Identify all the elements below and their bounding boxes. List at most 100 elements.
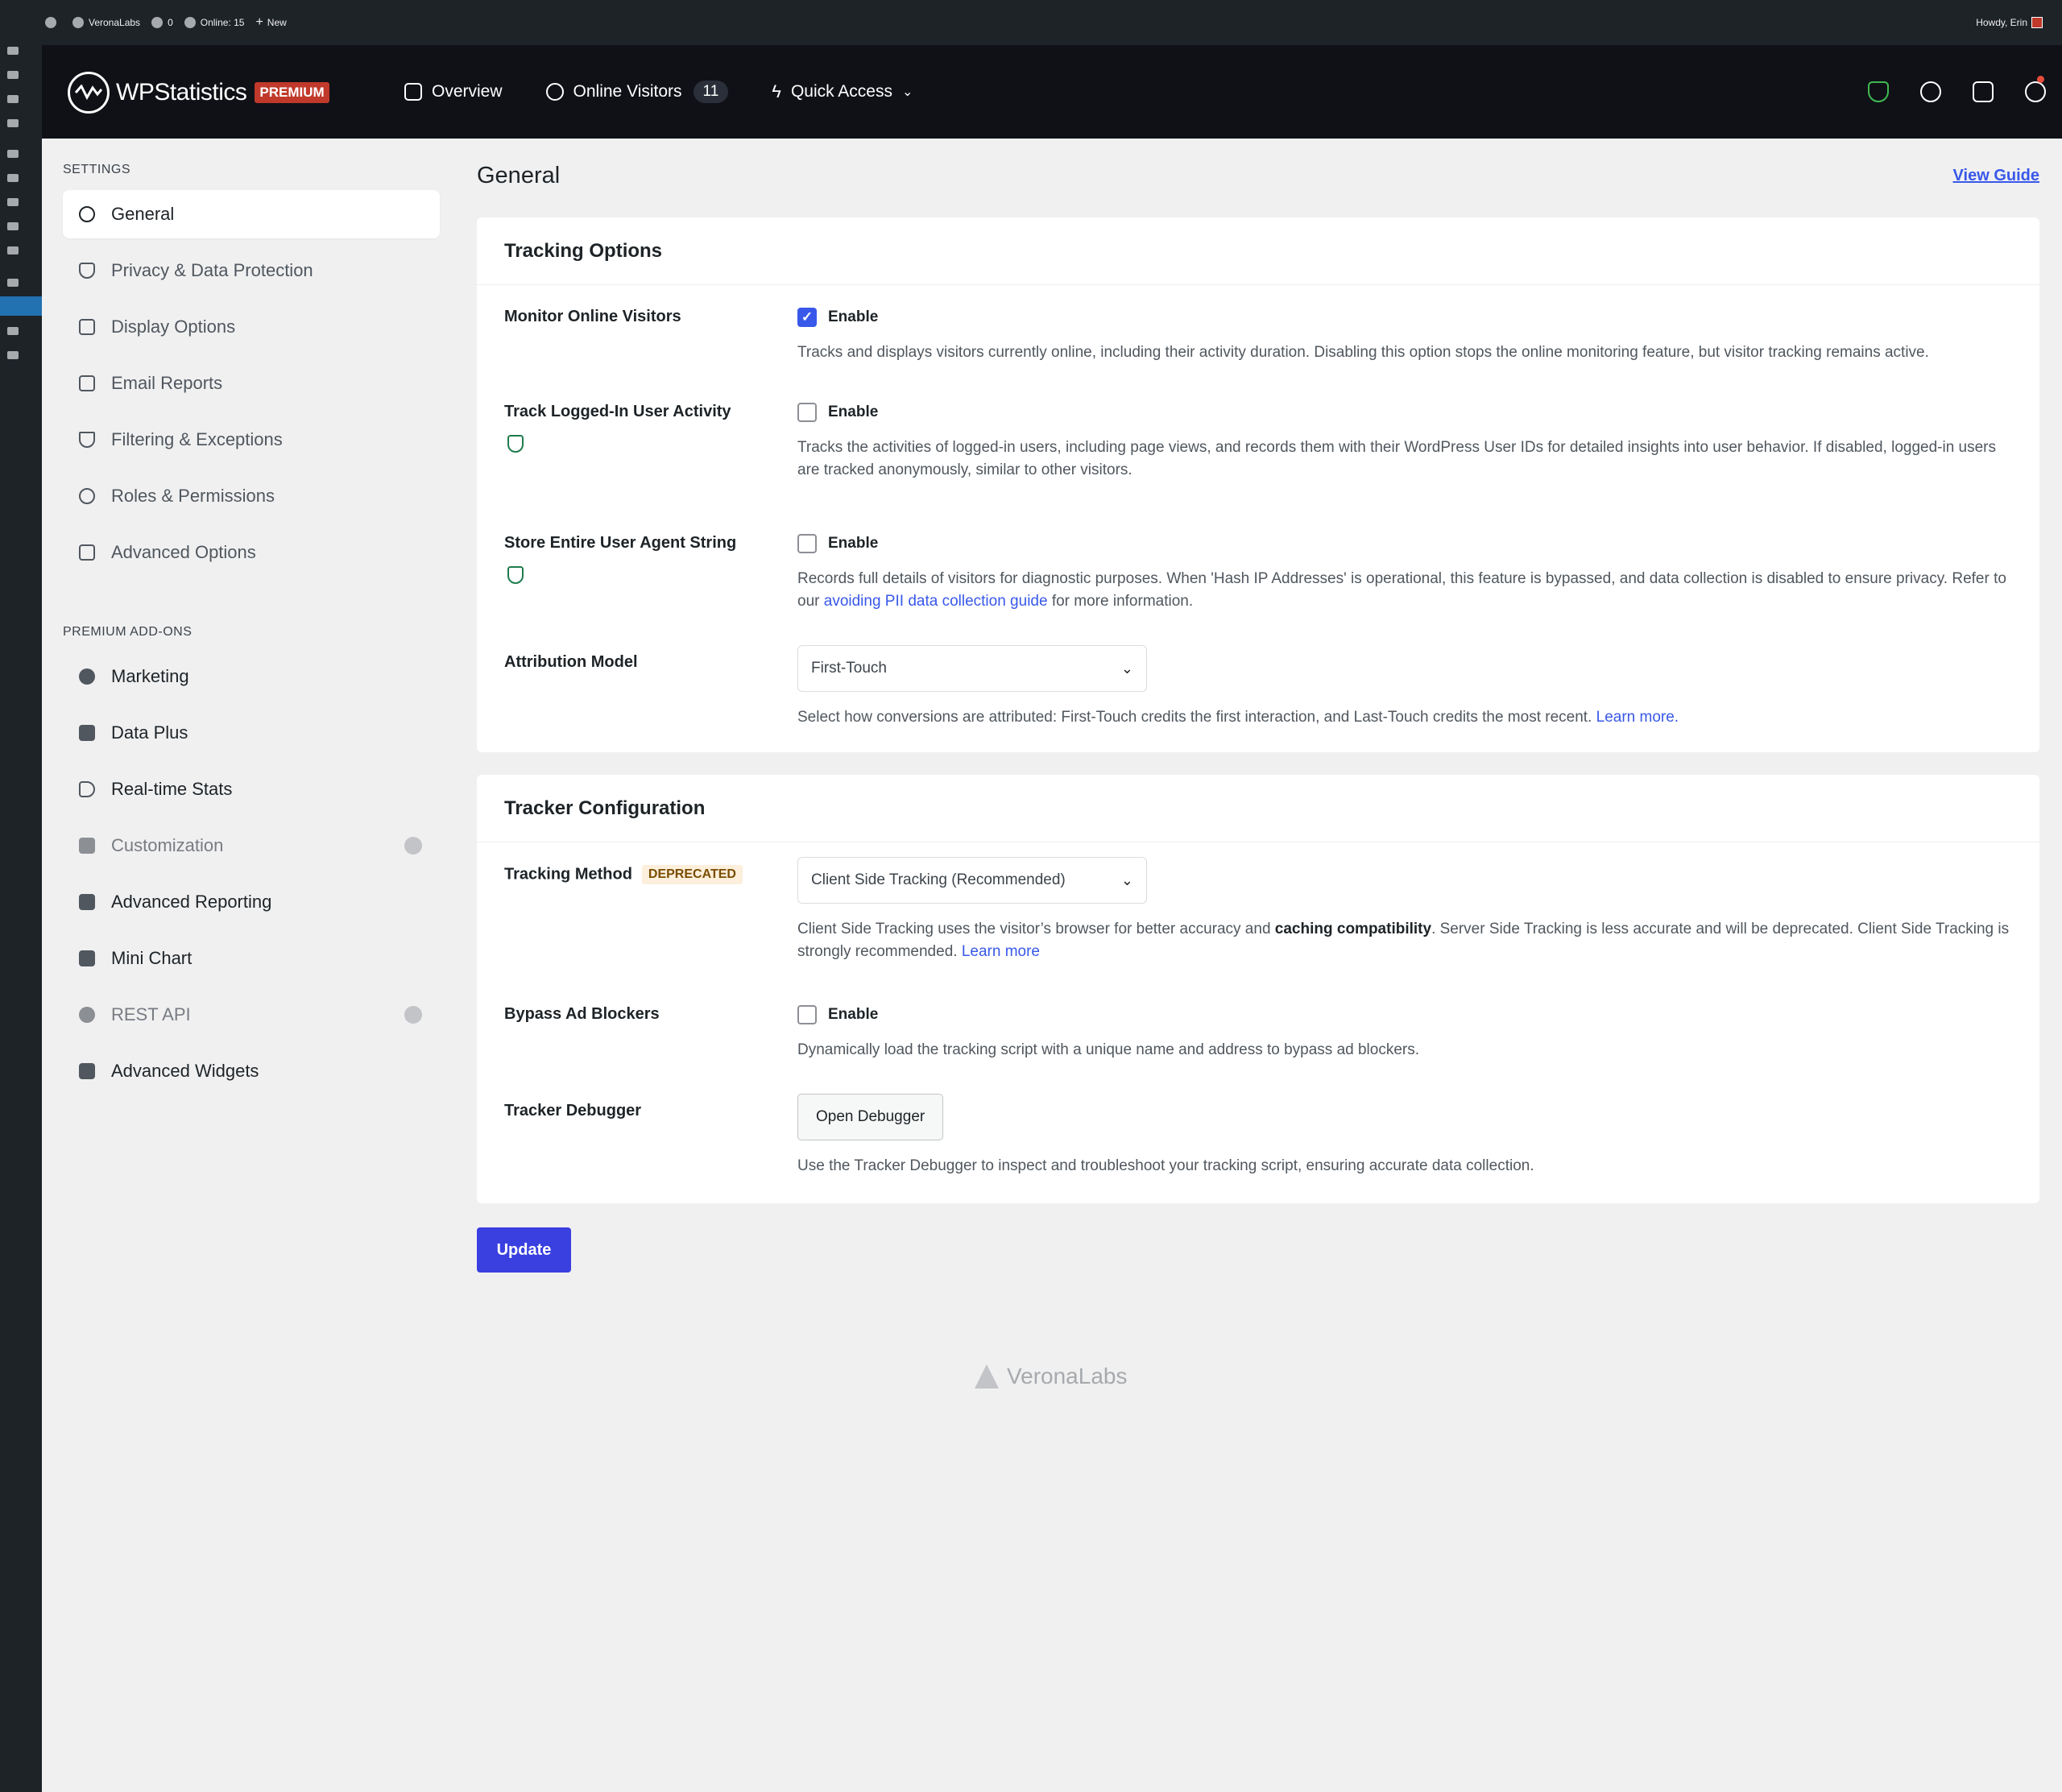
sidebar-item-general[interactable]: General <box>63 190 440 238</box>
monitor-online-checkbox[interactable]: ✓ Enable <box>797 308 2014 327</box>
online-visitors-count-badge: 11 <box>693 81 729 103</box>
sidebar-item-mini-chart[interactable]: Mini Chart <box>63 934 440 983</box>
plugin-header: WPStatistics PREMIUM Overview Online Vis… <box>42 45 2062 139</box>
wordpress-logo-icon[interactable] <box>45 17 61 28</box>
checkbox-icon <box>797 1005 817 1024</box>
sidebar-item-display-options[interactable]: Display Options <box>63 303 440 351</box>
pages-icon[interactable] <box>7 95 19 103</box>
sidebar-item-roles[interactable]: Roles & Permissions <box>63 472 440 520</box>
lightning-icon: ϟ <box>772 81 781 101</box>
online-link[interactable]: Online: 15 <box>184 17 244 28</box>
attribution-learn-more-link[interactable]: Learn more. <box>1596 709 1679 726</box>
sidebar-item-privacy[interactable]: Privacy & Data Protection <box>63 246 440 295</box>
online-icon <box>184 17 196 28</box>
admin-bar: VeronaLabs 0 Online: 15 + New Howdy, Erin <box>0 0 2062 45</box>
chevron-down-icon: ⌄ <box>901 85 913 99</box>
sliders-icon <box>79 544 95 561</box>
sidebar-item-data-plus[interactable]: Data Plus <box>63 709 440 757</box>
update-button[interactable]: Update <box>477 1227 571 1273</box>
notification-dot <box>2037 76 2044 83</box>
sidebar-item-advanced-widgets[interactable]: Advanced Widgets <box>63 1047 440 1095</box>
setting-description: Tracks the activities of logged-in users… <box>797 439 1997 478</box>
footer-logo: VeronaLabs <box>975 1364 1127 1389</box>
setting-description: Select how conversions are attributed: F… <box>797 709 1679 726</box>
brand-name: WPStatistics <box>116 79 247 106</box>
nav-quick-access[interactable]: ϟ Quick Access ⌄ <box>772 81 913 102</box>
new-content-link[interactable]: + New <box>255 15 286 30</box>
comments-link[interactable]: 0 <box>151 17 173 28</box>
plus-icon: + <box>255 15 263 29</box>
sidebar-item-advanced-reporting[interactable]: Advanced Reporting <box>63 878 440 926</box>
chevron-down-icon: ⌄ <box>1120 660 1133 677</box>
wave-logo-icon <box>68 72 110 114</box>
users-icon[interactable] <box>7 198 19 206</box>
marketing-icon <box>79 668 95 685</box>
home-icon <box>72 17 84 28</box>
tools-icon[interactable] <box>7 222 19 230</box>
nav-overview[interactable]: Overview <box>404 82 503 101</box>
settings-heading: SETTINGS <box>63 163 131 176</box>
setting-label: Store Entire User Agent String <box>504 534 737 552</box>
sidebar-item-customization[interactable]: Customization <box>63 822 440 870</box>
widgets-icon <box>79 1063 95 1079</box>
page-title: General <box>477 163 561 188</box>
comments-icon[interactable] <box>7 119 19 127</box>
analytics-icon[interactable] <box>7 327 19 335</box>
setting-label: Bypass Ad Blockers <box>504 1005 660 1023</box>
bar-chart-icon <box>79 725 95 741</box>
user-greeting[interactable]: Howdy, Erin <box>1976 17 2043 28</box>
comment-icon <box>151 17 164 28</box>
sidebar-item-realtime-stats[interactable]: Real-time Stats <box>63 765 440 813</box>
media-icon[interactable] <box>7 71 19 79</box>
setting-description: Client Side Tracking uses the visitor’s … <box>797 921 2010 960</box>
help-icon[interactable] <box>1973 81 1994 102</box>
report-icon <box>79 894 95 910</box>
chevron-down-icon: ⌄ <box>1120 871 1133 888</box>
pii-guide-link[interactable]: avoiding PII data collection guide <box>824 593 1048 610</box>
appearance-icon[interactable] <box>7 150 19 158</box>
sidebar-item-filtering[interactable]: Filtering & Exceptions <box>63 416 440 464</box>
nav-online-visitors[interactable]: Online Visitors 11 <box>545 81 729 103</box>
setting-description: Dynamically load the tracking script wit… <box>797 1041 1420 1058</box>
setting-label: Track Logged-In User Activity <box>504 403 731 420</box>
settings-icon[interactable] <box>7 246 19 255</box>
circle-plugin-icon[interactable] <box>7 351 19 359</box>
posts-icon[interactable] <box>7 47 19 55</box>
sidebar-item-advanced-options[interactable]: Advanced Options <box>63 528 440 577</box>
mail-icon[interactable] <box>7 279 19 287</box>
sidebar-item-marketing[interactable]: Marketing <box>63 652 440 701</box>
setting-description: Use the Tracker Debugger to inspect and … <box>797 1157 1534 1174</box>
plugins-icon[interactable] <box>7 174 19 182</box>
store-user-agent-checkbox[interactable]: Enable <box>797 534 2014 553</box>
checkbox-icon <box>797 534 817 553</box>
site-name-link[interactable]: VeronaLabs <box>72 17 140 28</box>
gear-icon[interactable] <box>1920 81 1941 102</box>
card-title: Tracking Options <box>477 217 2039 285</box>
mini-chart-icon <box>79 950 95 966</box>
setting-description: Tracks and displays visitors currently o… <box>797 344 1929 361</box>
premium-badge: PREMIUM <box>255 82 329 103</box>
grid-icon <box>79 319 95 335</box>
bypass-ad-blockers-checkbox[interactable]: Enable <box>797 1005 2014 1024</box>
brand-logo[interactable]: WPStatistics PREMIUM <box>68 72 329 114</box>
addons-heading: PREMIUM ADD-ONS <box>63 625 193 639</box>
privacy-shield-icon[interactable] <box>1868 81 1889 102</box>
locked-icon <box>404 1006 422 1024</box>
attribution-model-select[interactable]: First-Touch ⌄ <box>797 645 1147 692</box>
paint-bucket-icon <box>79 838 95 854</box>
statistics-menu-icon[interactable] <box>0 296 42 316</box>
setting-label: Attribution Model <box>504 653 638 671</box>
tracking-options-card: Tracking Options Monitor Online Visitors… <box>477 217 2039 752</box>
open-debugger-button[interactable]: Open Debugger <box>797 1094 944 1140</box>
api-icon <box>79 1007 95 1023</box>
locked-icon <box>404 837 422 855</box>
track-logged-in-checkbox[interactable]: Enable <box>797 403 2014 422</box>
sidebar-item-email-reports[interactable]: Email Reports <box>63 359 440 408</box>
checkbox-checked-icon: ✓ <box>797 308 817 327</box>
setting-label: Tracker Debugger <box>504 1102 642 1119</box>
view-guide-link[interactable]: View Guide <box>1953 167 2039 185</box>
tracking-method-select[interactable]: Client Side Tracking (Recommended) ⌄ <box>797 857 1147 904</box>
sidebar-item-rest-api[interactable]: REST API <box>63 991 440 1039</box>
tracking-method-learn-more-link[interactable]: Learn more <box>962 943 1040 960</box>
bell-icon[interactable] <box>2025 81 2046 102</box>
